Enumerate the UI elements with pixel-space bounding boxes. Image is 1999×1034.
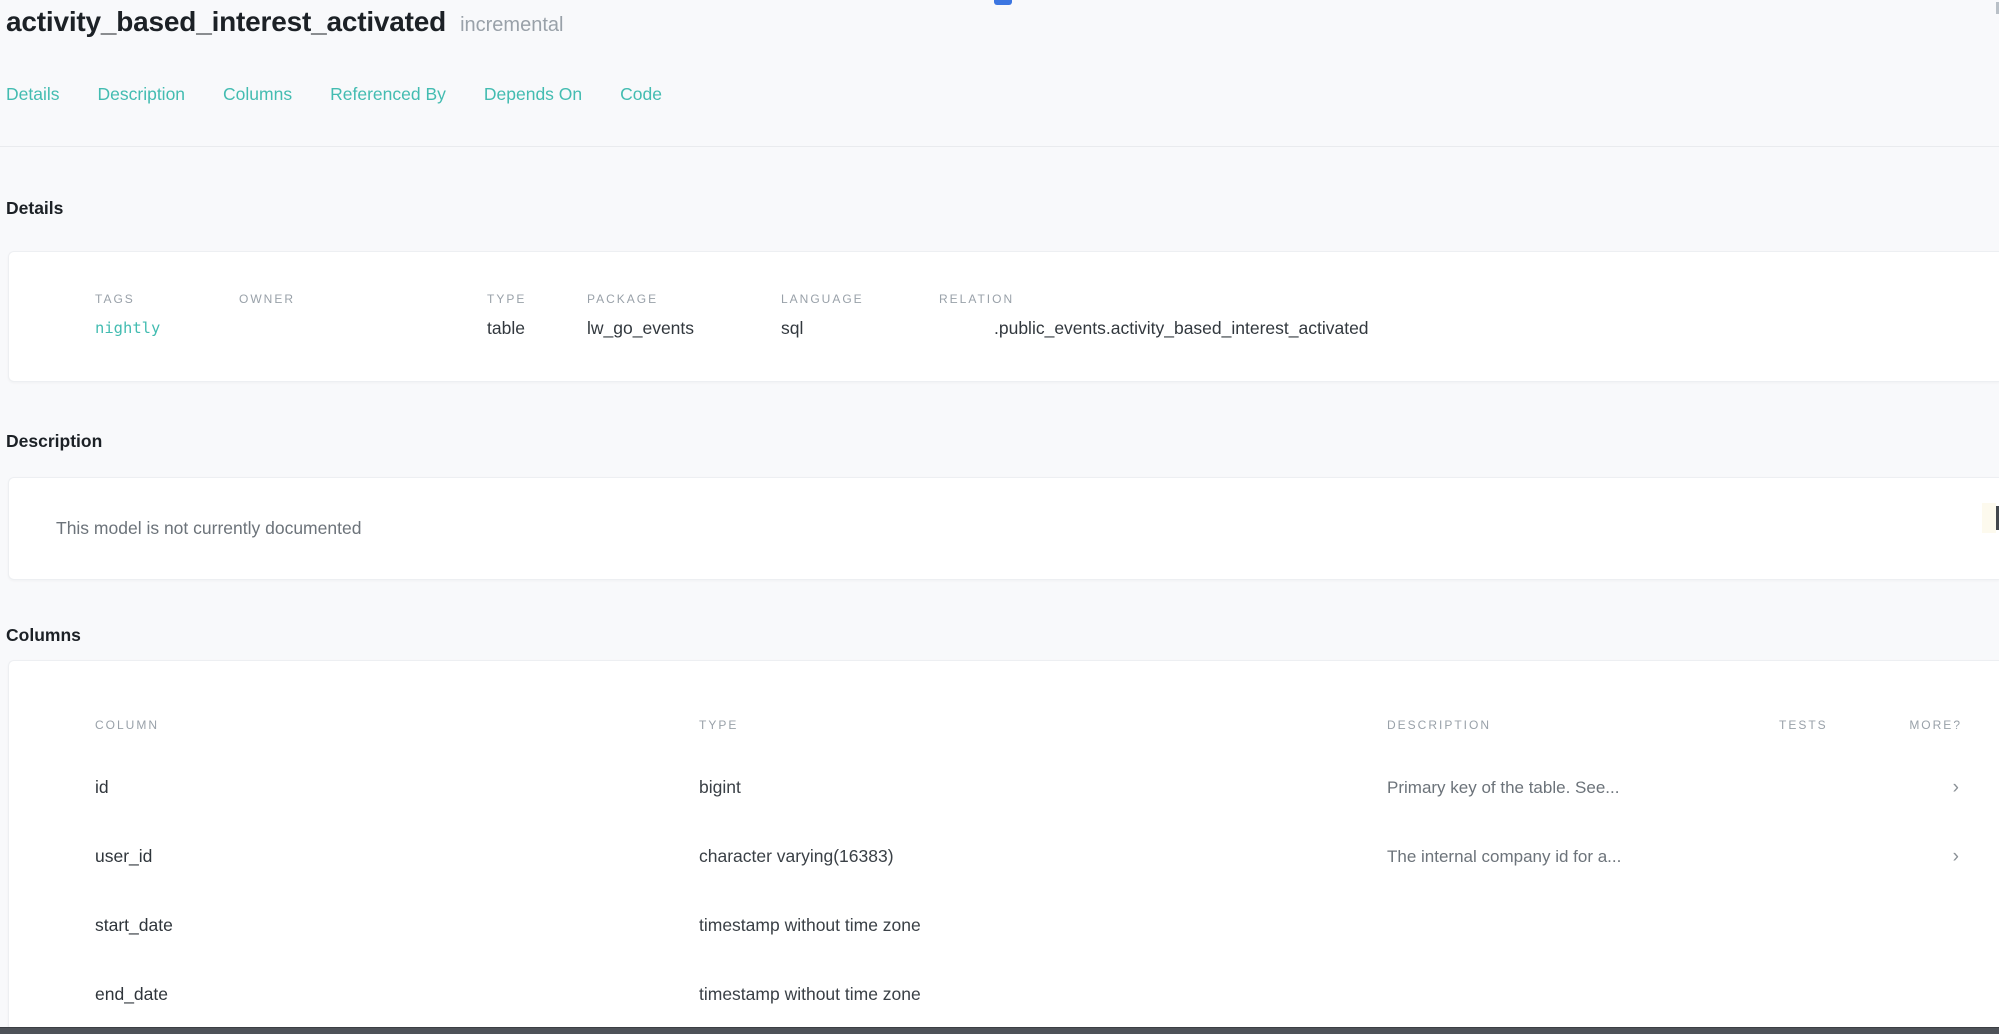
field-relation-value: .public_events.activity_based_interest_a… bbox=[939, 318, 1999, 339]
field-type-value: table bbox=[487, 318, 587, 339]
column-type: character varying(16383) bbox=[699, 846, 1387, 867]
column-description: The internal company id for a... bbox=[1387, 847, 1779, 867]
description-card: This model is not currently documented bbox=[8, 477, 1999, 580]
section-nav: Details Description Columns Referenced B… bbox=[6, 82, 1999, 106]
field-package-value: lw_go_events bbox=[587, 318, 781, 339]
columns-table-body: id bigint Primary key of the table. See.… bbox=[9, 753, 1999, 1029]
field-language-label: LANGUAGE bbox=[781, 292, 939, 306]
description-section-heading: Description bbox=[0, 430, 1999, 452]
table-row[interactable]: start_date timestamp without time zone bbox=[9, 891, 1999, 960]
tab-description[interactable]: Description bbox=[98, 82, 186, 106]
column-type: timestamp without time zone bbox=[699, 915, 1387, 936]
tab-columns[interactable]: Columns bbox=[223, 82, 292, 106]
column-name: id bbox=[95, 777, 699, 798]
window-edge-bar bbox=[0, 1027, 1999, 1034]
column-name: end_date bbox=[95, 984, 699, 1005]
tab-code[interactable]: Code bbox=[620, 82, 662, 106]
field-relation-label: RELATION bbox=[939, 292, 1999, 306]
header-divider bbox=[0, 146, 1999, 147]
th-tests: TESTS bbox=[1779, 718, 1897, 732]
page-title: activity_based_interest_activated bbox=[6, 4, 446, 40]
field-package: PACKAGE lw_go_events bbox=[587, 292, 781, 381]
field-owner: OWNER bbox=[239, 292, 487, 381]
field-type: TYPE table bbox=[487, 292, 587, 381]
th-description: DESCRIPTION bbox=[1387, 718, 1779, 732]
columns-table-header: COLUMN TYPE DESCRIPTION TESTS MORE? bbox=[9, 718, 1999, 732]
column-name: user_id bbox=[95, 846, 699, 867]
chevron-right-icon[interactable]: › bbox=[1897, 846, 1999, 868]
field-type-label: TYPE bbox=[487, 292, 587, 306]
chevron-right-icon[interactable]: › bbox=[1897, 777, 1999, 799]
th-type: TYPE bbox=[699, 718, 1387, 732]
model-materialization-badge: incremental bbox=[460, 14, 563, 37]
column-type: timestamp without time zone bbox=[699, 984, 1387, 1005]
table-row[interactable]: user_id character varying(16383) The int… bbox=[9, 822, 1999, 891]
tab-details[interactable]: Details bbox=[6, 82, 60, 106]
field-language: LANGUAGE sql bbox=[781, 292, 939, 381]
field-package-label: PACKAGE bbox=[587, 292, 781, 306]
columns-section-heading: Columns bbox=[0, 624, 1999, 646]
tag-link-nightly[interactable]: nightly bbox=[95, 318, 239, 339]
cropped-edge-highlight bbox=[1982, 503, 1996, 533]
field-relation: RELATION .public_events.activity_based_i… bbox=[939, 292, 1999, 381]
details-section-heading: Details bbox=[0, 197, 1999, 219]
field-tags-label: TAGS bbox=[95, 292, 239, 306]
page-header: activity_based_interest_activated increm… bbox=[0, 0, 1999, 40]
description-placeholder-text: This model is not currently documented bbox=[56, 518, 361, 539]
field-owner-label: OWNER bbox=[239, 292, 487, 306]
field-language-value: sql bbox=[781, 318, 939, 339]
cropped-link-fragment bbox=[994, 0, 1012, 5]
column-name: start_date bbox=[95, 915, 699, 936]
column-description: Primary key of the table. See... bbox=[1387, 778, 1779, 798]
th-column: COLUMN bbox=[95, 718, 699, 732]
table-row[interactable]: end_date timestamp without time zone bbox=[9, 960, 1999, 1029]
tab-depends-on[interactable]: Depends On bbox=[484, 82, 582, 106]
field-tags: TAGS nightly bbox=[95, 292, 239, 381]
column-type: bigint bbox=[699, 777, 1387, 798]
table-row[interactable]: id bigint Primary key of the table. See.… bbox=[9, 753, 1999, 822]
columns-card: COLUMN TYPE DESCRIPTION TESTS MORE? id b… bbox=[8, 660, 1999, 1031]
tab-referenced-by[interactable]: Referenced By bbox=[330, 82, 446, 106]
model-docs-page: activity_based_interest_activated increm… bbox=[0, 0, 1999, 1034]
details-card: TAGS nightly OWNER TYPE table PACKAGE lw… bbox=[8, 251, 1999, 382]
th-more: MORE? bbox=[1897, 718, 1999, 732]
